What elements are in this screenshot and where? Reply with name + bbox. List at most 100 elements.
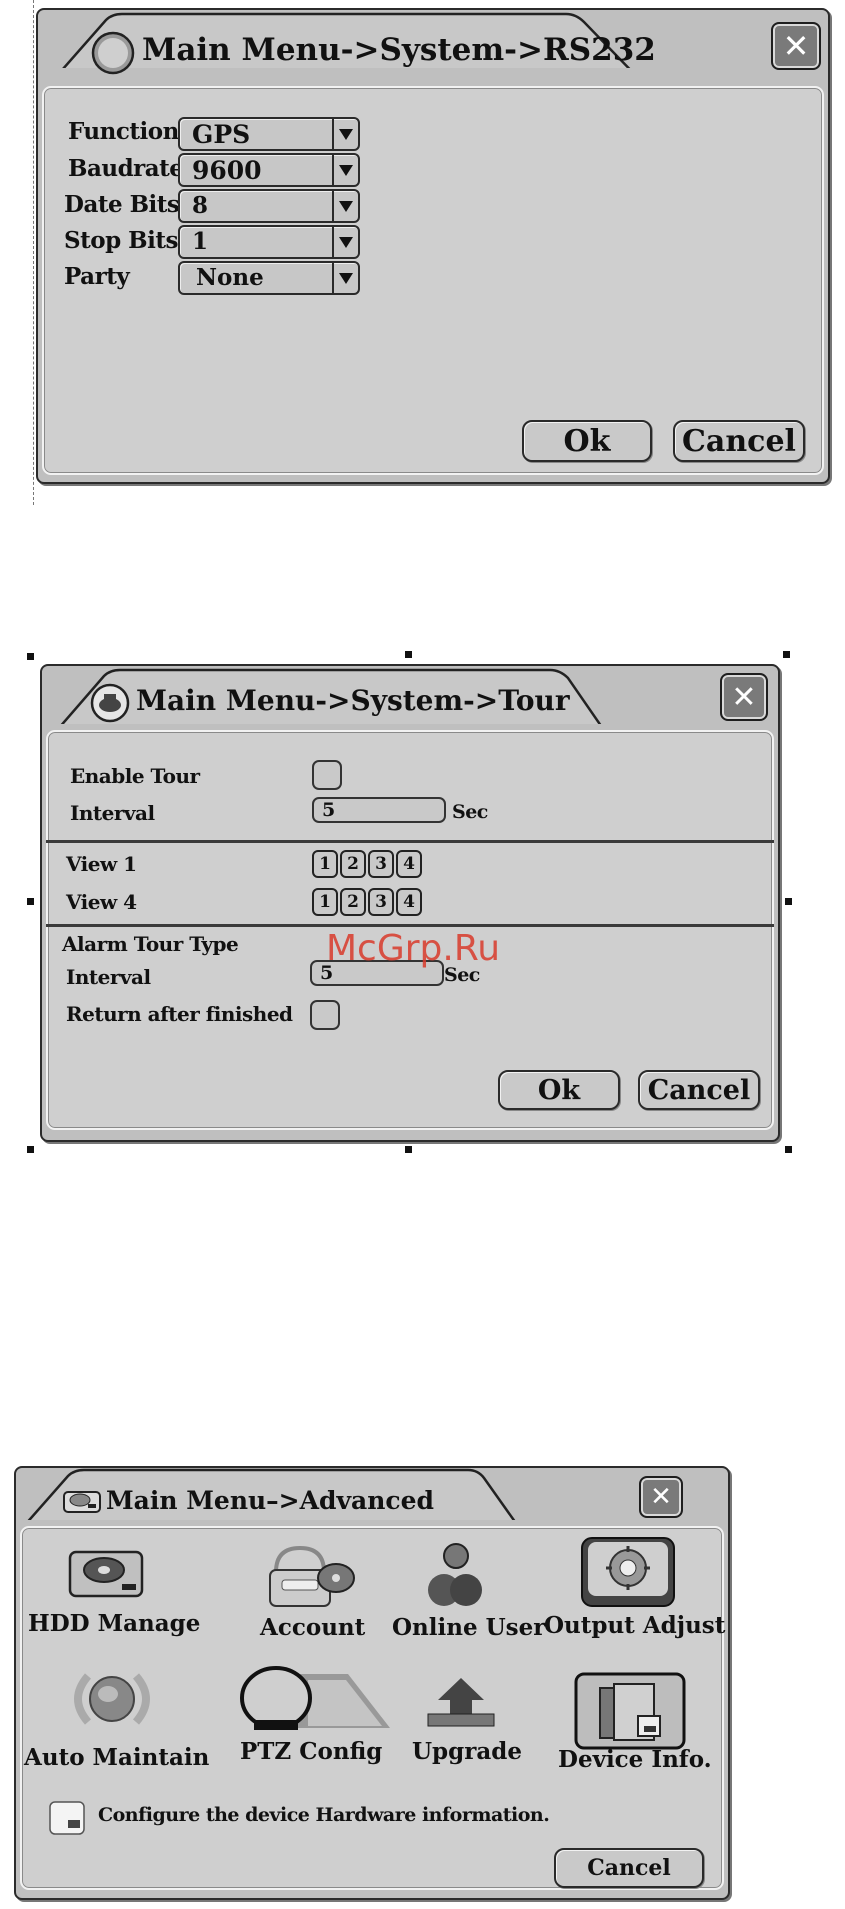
online-user-icon (428, 1543, 482, 1606)
selection-handle (27, 1146, 34, 1153)
baudrate-select[interactable]: 9600 (178, 153, 360, 187)
dropdown-arrow-icon (332, 227, 358, 257)
channel-2-toggle[interactable]: 2 (340, 850, 366, 878)
rs232-dialog: Main Menu->System->RS232 ✕ Function GPS … (36, 8, 830, 484)
button-label: Cancel (587, 1855, 671, 1881)
selection-handle (27, 898, 34, 905)
selection-handle (405, 651, 412, 658)
device-info-item[interactable] (574, 1672, 686, 1750)
channel-4-toggle[interactable]: 4 (396, 850, 422, 878)
upgrade-item[interactable] (426, 1676, 496, 1728)
ptz-config-icon (240, 1666, 390, 1730)
channel-1-toggle[interactable]: 1 (312, 850, 338, 878)
menu-circle-icon (90, 30, 136, 80)
guide-line (33, 0, 34, 505)
dialog-title: Main Menu->System->RS232 (142, 32, 656, 68)
parity-select[interactable]: None (178, 261, 360, 295)
hdd-icon (68, 1550, 144, 1598)
item-label: HDD Manage (28, 1610, 201, 1637)
tour-dialog: Main Menu->System->Tour ✕ Enable Tour In… (40, 664, 780, 1142)
sec-label: Sec (452, 801, 488, 823)
account-item[interactable] (262, 1542, 358, 1610)
enable-tour-checkbox[interactable] (312, 760, 342, 790)
dialog-title: Main Menu->System->Tour (136, 684, 570, 717)
ptz-config-item[interactable] (238, 1662, 390, 1732)
close-icon: ✕ (782, 27, 810, 65)
device-info-icon (574, 1672, 686, 1750)
select-value: GPS (192, 120, 251, 149)
section-divider (46, 840, 774, 843)
channel-2-toggle[interactable]: 2 (340, 888, 366, 916)
dropdown-arrow-icon (332, 263, 358, 293)
field-label: Party (64, 263, 130, 290)
cancel-button[interactable]: Cancel (673, 420, 805, 462)
cancel-button[interactable]: Cancel (638, 1070, 760, 1110)
item-label: Account (260, 1614, 366, 1641)
select-value: 9600 (192, 156, 262, 185)
channel-3-toggle[interactable]: 3 (368, 850, 394, 878)
select-value: None (196, 264, 264, 291)
upgrade-icon (427, 1678, 495, 1727)
select-value: 1 (192, 228, 209, 255)
output-adjust-icon (581, 1537, 675, 1607)
close-icon: ✕ (731, 679, 757, 715)
data-bits-select[interactable]: 8 (178, 189, 360, 223)
ok-button[interactable]: Ok (498, 1070, 620, 1110)
interval-input[interactable]: 5 (312, 797, 446, 823)
function-select[interactable]: GPS (178, 117, 360, 151)
hdd-manage-item[interactable] (66, 1544, 146, 1604)
advanced-dialog: Main Menu–>Advanced ✕ HDD Manage Account… (14, 1466, 730, 1900)
item-label: Online User (392, 1614, 546, 1641)
field-label: Stop Bits (64, 227, 178, 254)
close-icon: ✕ (650, 1482, 672, 1512)
view1-label: View 1 (66, 852, 137, 876)
cancel-button[interactable]: Cancel (554, 1848, 704, 1888)
alarm-tour-type-label: Alarm Tour Type (62, 932, 239, 956)
dropdown-arrow-icon (332, 155, 358, 185)
enable-tour-label: Enable Tour (70, 764, 200, 788)
return-after-finished-checkbox[interactable] (310, 1000, 340, 1030)
close-button[interactable]: ✕ (771, 22, 821, 70)
field-label: Function (68, 118, 179, 145)
select-value: 8 (192, 192, 209, 219)
selection-handle (783, 651, 790, 658)
channel-1-toggle[interactable]: 1 (312, 888, 338, 916)
ok-button[interactable]: Ok (522, 420, 652, 462)
button-label: Cancel (682, 423, 796, 459)
selection-handle (785, 898, 792, 905)
alarm-interval-label: Interval (66, 965, 151, 989)
advanced-icon (62, 1486, 102, 1520)
field-label: Baudrate (68, 155, 184, 182)
dialog-title: Main Menu–>Advanced (106, 1486, 435, 1515)
field-label: Date Bits (64, 191, 180, 218)
close-button[interactable]: ✕ (639, 1476, 683, 1518)
button-label: Cancel (647, 1074, 751, 1106)
watermark-text: McGrp.Ru (326, 928, 501, 969)
item-label: PTZ Config (240, 1738, 383, 1765)
account-icon (269, 1545, 355, 1607)
button-label: Ok (537, 1074, 581, 1106)
channel-3-toggle[interactable]: 3 (368, 888, 394, 916)
item-label: Upgrade (412, 1738, 522, 1765)
dropdown-arrow-icon (332, 191, 358, 221)
online-user-item[interactable] (428, 1542, 484, 1612)
interval-label: Interval (70, 801, 155, 825)
section-divider (46, 924, 774, 927)
hardware-info-icon (48, 1800, 86, 1840)
button-label: Ok (563, 423, 611, 459)
return-after-finished-label: Return after finished (66, 1002, 293, 1026)
channel-4-toggle[interactable]: 4 (396, 888, 422, 916)
tour-icon (90, 683, 130, 727)
dropdown-arrow-icon (332, 119, 358, 149)
hint-text: Configure the device Hardware informatio… (98, 1804, 550, 1826)
close-button[interactable]: ✕ (720, 673, 768, 721)
stop-bits-select[interactable]: 1 (178, 225, 360, 259)
auto-maintain-item[interactable] (62, 1666, 162, 1732)
selection-handle (27, 653, 34, 660)
item-label: Auto Maintain (24, 1744, 210, 1771)
output-adjust-item[interactable] (580, 1536, 676, 1608)
item-label: Device Info. (558, 1746, 712, 1773)
auto-maintain-icon (74, 1673, 150, 1725)
view4-label: View 4 (66, 890, 137, 914)
item-label: Output Adjust (544, 1612, 726, 1639)
